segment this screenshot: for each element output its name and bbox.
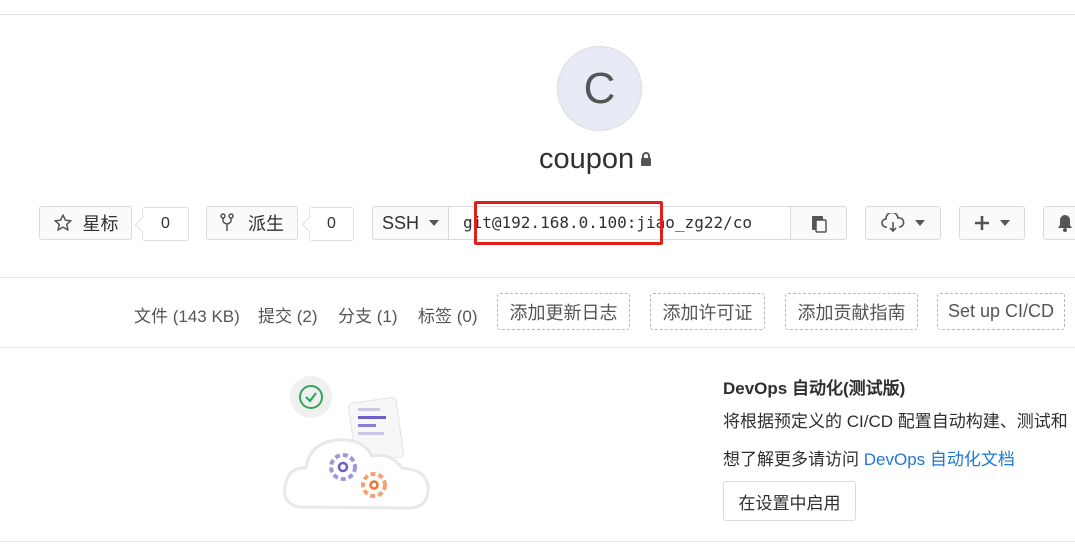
stat-commits[interactable]: 提交 (2) — [258, 302, 318, 327]
devops-illustration — [280, 372, 440, 522]
bell-icon — [1056, 213, 1074, 233]
add-changelog-label: 添加更新日志 — [509, 302, 618, 323]
devops-description: 将根据预定义的 CI/CD 配置自动构建、测试和 — [723, 412, 1068, 431]
fork-icon — [220, 213, 234, 233]
enable-in-settings-button[interactable]: 在设置中启用 — [723, 481, 856, 521]
star-icon — [53, 213, 73, 233]
star-label: 星标 — [82, 214, 119, 234]
star-count[interactable]: 0 — [142, 207, 189, 241]
avatar-letter: C — [583, 63, 616, 113]
add-changelog-button[interactable]: 添加更新日志 — [497, 293, 630, 330]
stats-bottom-divider — [0, 347, 1075, 348]
star-button[interactable]: 星标 — [39, 206, 132, 240]
stat-files[interactable]: 文件 (143 KB) — [134, 302, 240, 327]
cloud-download-icon — [881, 213, 905, 233]
project-avatar: C — [557, 46, 642, 131]
enable-in-settings-label: 在设置中启用 — [738, 493, 841, 513]
download-dropdown[interactable] — [865, 206, 941, 240]
notifications-button[interactable] — [1043, 206, 1075, 240]
stat-tags[interactable]: 标签 (0) — [418, 302, 478, 327]
stats-top-divider — [0, 277, 1075, 278]
add-license-button[interactable]: 添加许可证 — [650, 293, 765, 330]
url-highlight-box — [474, 201, 663, 245]
add-license-label: 添加许可证 — [662, 302, 753, 323]
chevron-down-icon — [1000, 220, 1010, 226]
devops-title: DevOps 自动化(测试版) — [723, 379, 906, 398]
add-dropdown[interactable] — [959, 206, 1025, 240]
devops-docs-link[interactable]: DevOps 自动化文档 — [864, 450, 1015, 469]
fork-label: 派生 — [248, 214, 284, 234]
plus-icon — [974, 215, 990, 231]
setup-cicd-label: Set up CI/CD — [947, 301, 1055, 321]
project-name[interactable]: coupon — [539, 143, 634, 175]
fork-count[interactable]: 0 — [309, 207, 354, 241]
fork-button[interactable]: 派生 — [206, 206, 298, 240]
lock-icon — [640, 141, 652, 174]
stat-branches[interactable]: 分支 (1) — [338, 302, 398, 327]
star-count-value: 0 — [161, 215, 170, 232]
top-divider — [0, 14, 1075, 15]
chevron-down-icon — [915, 220, 925, 226]
setup-cicd-button[interactable]: Set up CI/CD — [937, 293, 1065, 330]
bottom-divider — [0, 541, 1075, 542]
chevron-down-icon — [429, 220, 439, 226]
fork-count-value: 0 — [327, 215, 336, 232]
add-contributing-button[interactable]: 添加贡献指南 — [785, 293, 918, 330]
devops-more-info: 想了解更多请访问 DevOps 自动化文档 — [723, 445, 1015, 470]
devops-more-prefix: 想了解更多请访问 — [723, 450, 864, 469]
copy-url-button[interactable] — [790, 206, 847, 240]
clone-protocol-dropdown[interactable]: SSH — [372, 206, 449, 240]
clipboard-icon — [810, 213, 828, 233]
add-contributing-label: 添加贡献指南 — [797, 302, 906, 323]
clone-protocol-label: SSH — [381, 212, 419, 233]
